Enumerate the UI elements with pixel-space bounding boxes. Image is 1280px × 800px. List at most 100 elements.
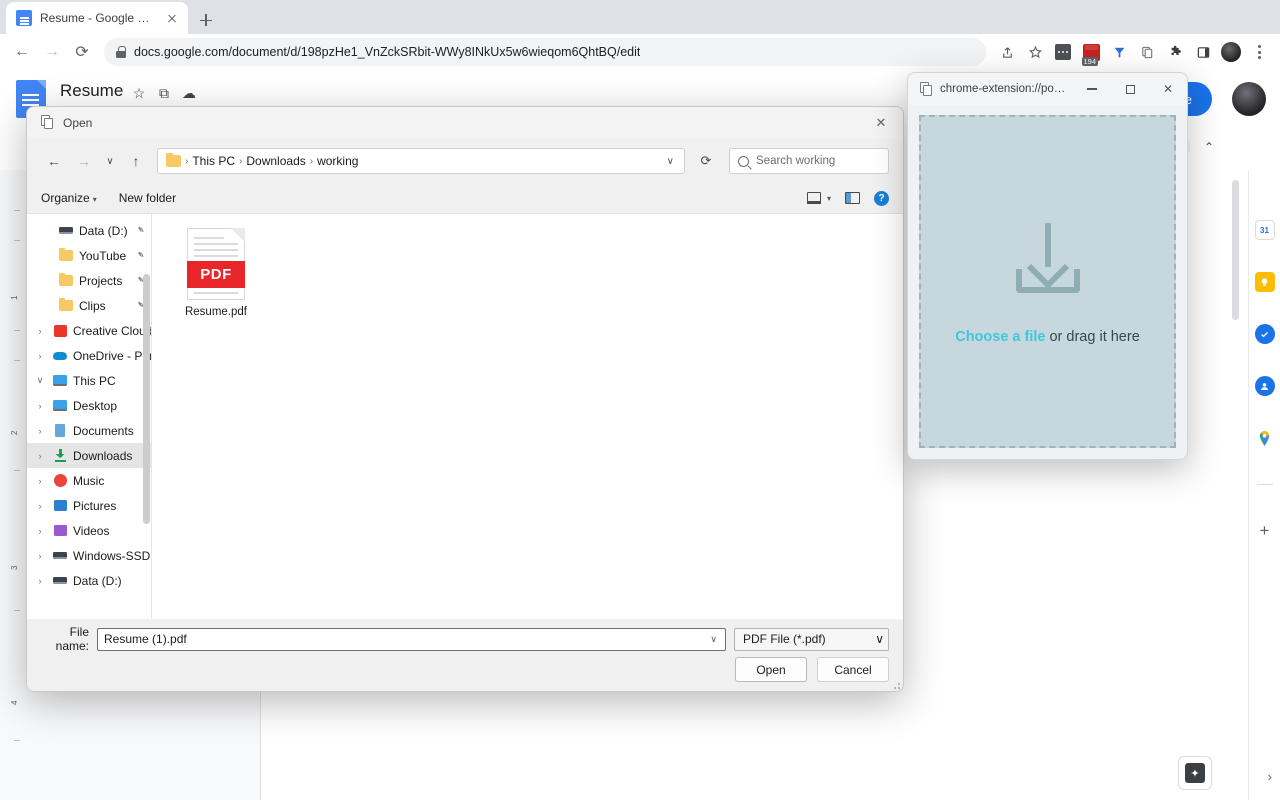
chevron-right-icon[interactable]: › [33, 326, 47, 336]
breadcrumb[interactable]: › This PC › Downloads › working ∨ [157, 148, 685, 174]
tree-item-youtube[interactable]: YouTube ✒ [27, 243, 152, 268]
new-tab-button[interactable] [192, 6, 220, 34]
google-calendar-icon[interactable]: 31 [1254, 220, 1275, 240]
add-workspace-app-icon[interactable]: + [1260, 521, 1270, 541]
up-one-level-button[interactable]: ↑ [123, 148, 149, 174]
chevron-right-icon[interactable]: › [33, 576, 47, 586]
ext-clipboard-icon[interactable] [1134, 39, 1160, 65]
organize-button[interactable]: Organize ▾ [41, 191, 97, 205]
recent-locations-button[interactable]: ∨ [101, 148, 119, 174]
share-icon[interactable] [994, 39, 1020, 65]
maximize-button[interactable] [1111, 73, 1149, 105]
google-keep-icon[interactable] [1254, 272, 1275, 292]
star-icon[interactable]: ☆ [130, 84, 148, 102]
chevron-down-icon[interactable]: ∨ [33, 375, 47, 386]
side-panel-icon[interactable] [1190, 39, 1216, 65]
rail-divider [1256, 484, 1273, 485]
document-scrollbar[interactable] [1232, 180, 1239, 320]
document-title[interactable]: Resume [60, 81, 123, 101]
open-button[interactable]: Open [735, 657, 807, 682]
profile-avatar[interactable] [1218, 39, 1244, 65]
tree-item-onedrive-person[interactable]: › OneDrive - Person [27, 343, 153, 368]
file-list-pane[interactable]: PDF Resume.pdf [152, 214, 903, 619]
toolbar-icon-group: 194 [994, 39, 1272, 66]
cloud-status-icon[interactable]: ☁ [180, 84, 198, 102]
google-maps-icon[interactable] [1255, 428, 1275, 448]
chevron-right-icon[interactable]: › [33, 526, 47, 536]
tree-scrollbar[interactable] [143, 274, 150, 524]
move-to-folder-icon[interactable]: ⧉ [155, 84, 173, 102]
breadcrumb-item-this-pc[interactable]: This PC [192, 154, 235, 168]
collapse-toolbar-icon[interactable]: ⌃ [1198, 136, 1220, 158]
chevron-right-icon[interactable]: › [33, 351, 47, 361]
help-icon[interactable]: ? [874, 190, 889, 206]
gemini-assist-button[interactable]: ✦ [1178, 756, 1212, 790]
choose-file-link[interactable]: Choose a file [955, 329, 1045, 345]
bookmark-star-icon[interactable] [1022, 39, 1048, 65]
browser-tab[interactable]: Resume - Google Docs [6, 2, 188, 34]
resize-grip[interactable] [890, 679, 900, 689]
chevron-down-icon[interactable]: ∨ [661, 156, 680, 167]
tree-item-downloads[interactable]: › Downloads [27, 443, 152, 468]
file-dropzone[interactable]: Choose a file or drag it here [919, 115, 1176, 448]
file-item-resume-pdf[interactable]: PDF Resume.pdf [170, 228, 262, 318]
tree-item-documents[interactable]: › Documents [27, 418, 152, 443]
google-tasks-icon[interactable] [1254, 324, 1275, 344]
ext-badge-icon[interactable]: 194 [1078, 39, 1104, 66]
minimize-button[interactable] [1073, 73, 1111, 105]
this-pc-icon [52, 373, 68, 389]
pin-icon[interactable]: ✒ [133, 224, 147, 238]
chevron-right-icon[interactable]: › [33, 551, 47, 561]
pin-icon[interactable]: ✒ [133, 249, 147, 263]
vertical-ruler: 1 2 3 4 5 [8, 170, 26, 800]
file-type-select[interactable]: PDF File (*.pdf) ∨ [734, 627, 889, 651]
tree-item-windows-ssd[interactable]: › Windows-SSD (( [27, 543, 153, 568]
search-input[interactable]: Search working [729, 148, 889, 174]
ext-dots-icon[interactable] [1050, 39, 1076, 65]
tree-item-desktop[interactable]: › Desktop [27, 393, 152, 418]
folder-icon [58, 247, 74, 264]
close-icon[interactable] [164, 10, 180, 26]
breadcrumb-item-downloads[interactable]: Downloads [246, 154, 305, 168]
ext-y-icon[interactable] [1106, 39, 1132, 65]
chevron-down-icon[interactable]: ∨ [706, 634, 721, 645]
extensions-puzzle-icon[interactable] [1162, 39, 1188, 65]
reload-button[interactable]: ⟳ [68, 38, 96, 66]
google-contacts-icon[interactable] [1254, 376, 1275, 396]
chevron-down-icon[interactable]: ▾ [827, 194, 831, 203]
cancel-button[interactable]: Cancel [817, 657, 889, 682]
folder-icon [166, 152, 181, 167]
chrome-menu-icon[interactable] [1246, 39, 1272, 65]
chevron-right-icon[interactable]: › [33, 426, 47, 436]
file-name-input[interactable]: Resume (1).pdf ∨ [97, 627, 726, 651]
close-icon[interactable]: ✕ [859, 107, 903, 139]
tree-item-data-d[interactable]: Data (D:) ✒ [27, 218, 152, 243]
new-folder-button[interactable]: New folder [119, 191, 176, 205]
tree-item-projects[interactable]: Projects ✒ [27, 268, 152, 293]
breadcrumb-item-working[interactable]: working [317, 154, 358, 168]
back-button[interactable]: ← [41, 148, 67, 174]
chevron-right-icon[interactable]: › [33, 401, 47, 411]
pdf-file-icon: PDF [187, 228, 245, 300]
tree-item-clips[interactable]: Clips ✒ [27, 293, 152, 318]
chevron-right-icon[interactable]: › [33, 476, 47, 486]
back-button[interactable]: ← [8, 38, 36, 66]
address-bar[interactable]: docs.google.com/document/d/198pzHe1_VnZc… [104, 38, 986, 66]
tree-item-data-d[interactable]: › Data (D:) [27, 568, 152, 593]
tree-item-this-pc[interactable]: ∨ This PC [27, 368, 152, 393]
chevron-right-icon[interactable]: › [33, 451, 47, 461]
preview-pane-icon[interactable] [845, 192, 860, 204]
forward-button[interactable]: → [38, 38, 66, 66]
tree-item-videos[interactable]: › Videos [27, 518, 152, 543]
close-icon[interactable]: ✕ [1149, 73, 1187, 105]
tree-item-creative-cloud-file[interactable]: › Creative Cloud File [27, 318, 153, 343]
tree-item-music[interactable]: › Music [27, 468, 152, 493]
tree-item-pictures[interactable]: › Pictures [27, 493, 152, 518]
expand-rail-icon[interactable]: › [1268, 769, 1272, 784]
view-mode-icon[interactable] [806, 192, 822, 205]
chevron-right-icon[interactable]: › [33, 501, 47, 511]
url-text: docs.google.com/document/d/198pzHe1_VnZc… [134, 45, 641, 59]
forward-button[interactable]: → [71, 148, 97, 174]
refresh-button[interactable]: ⟳ [693, 148, 719, 174]
account-avatar[interactable] [1232, 82, 1266, 116]
